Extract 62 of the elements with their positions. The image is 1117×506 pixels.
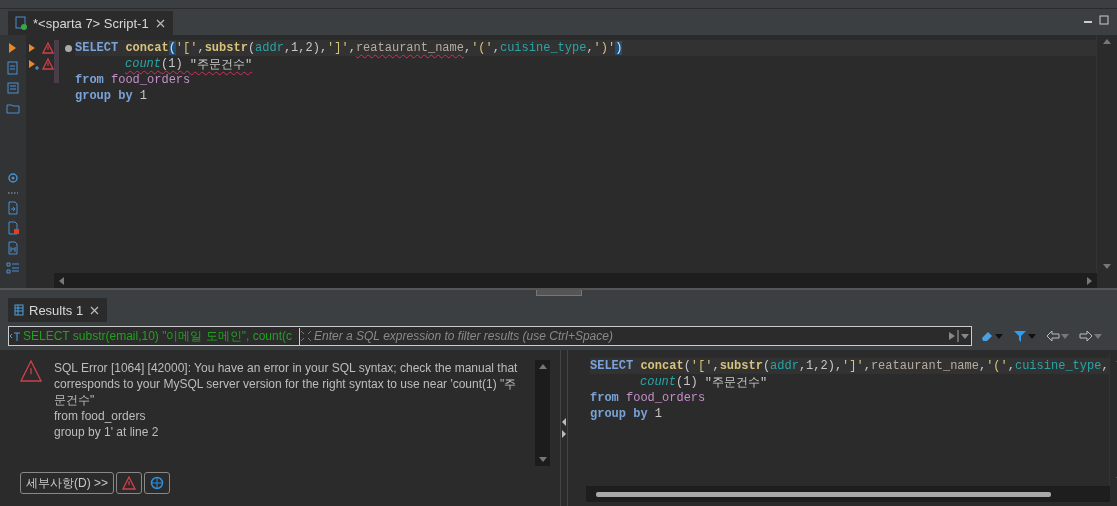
document-export-icon[interactable] — [6, 201, 20, 216]
document-icon[interactable] — [6, 61, 20, 75]
warning-icon — [20, 360, 42, 382]
splitter-handle[interactable] — [535, 290, 582, 296]
code-line: count(1) "주문건수" — [124, 56, 254, 72]
code-line: group by 1 — [75, 88, 148, 104]
split-handle[interactable] — [560, 350, 568, 506]
warning-icon — [122, 476, 136, 490]
warning-icon — [42, 58, 54, 70]
play-icon — [947, 330, 957, 342]
caret-icon — [1061, 332, 1069, 340]
grid-icon — [14, 304, 24, 316]
right-arrow-icon — [1079, 329, 1093, 343]
folder-icon[interactable] — [6, 101, 20, 115]
sql-text-icon — [9, 330, 21, 342]
filter-icon — [1013, 329, 1027, 343]
code-line: count(1) "주문건수" — [639, 374, 769, 390]
scroll-left-icon[interactable] — [58, 276, 66, 285]
maximize-icon[interactable] — [1099, 15, 1109, 25]
warning-icon — [42, 42, 54, 54]
vertical-scrollbar[interactable] — [535, 360, 550, 466]
editor-tab[interactable]: *<sparta 7> Script-1 — [8, 11, 173, 35]
scroll-right-icon[interactable] — [1085, 276, 1093, 285]
script-icon — [14, 16, 28, 30]
forward-button[interactable] — [1077, 329, 1104, 343]
target-button[interactable] — [144, 472, 170, 494]
document-error-icon[interactable] — [6, 221, 20, 236]
filter-field[interactable]: SELECT substr(email,10) "이메일 도메인", count(c Enter a SQL expression to filter results (use Ctrl+Space) — [8, 326, 972, 346]
document-table-icon[interactable] — [6, 241, 20, 256]
outline-icon[interactable] — [6, 261, 20, 276]
crosshair-icon — [150, 476, 164, 490]
caret-icon — [1028, 332, 1036, 340]
error-message: from food_orders — [54, 408, 147, 424]
scroll-up-icon[interactable] — [1103, 38, 1111, 46]
details-button[interactable]: 세부사항(D) >> — [20, 472, 114, 494]
code-line: group by 1 — [590, 406, 663, 422]
caret-icon — [1094, 332, 1102, 340]
filter-input[interactable]: Enter a SQL expression to filter results (use Ctrl+Space) — [312, 328, 947, 344]
error-message: SQL Error [1064] [42000]: You have an error in your SQL syntax; check the manual that corresponds to your MySQL server version for the right syntax to use near 'count(1) "주문건수" — [54, 360, 519, 408]
scroll-down-icon[interactable] — [538, 455, 547, 463]
run-add-icon[interactable] — [28, 58, 40, 70]
back-button[interactable] — [1044, 329, 1071, 343]
close-icon — [155, 18, 165, 28]
eraser-icon — [980, 329, 994, 343]
horizontal-scrollbar[interactable] — [54, 273, 1097, 288]
error-log-button[interactable] — [116, 472, 142, 494]
scroll-up-icon[interactable] — [538, 363, 547, 371]
left-arrow-icon — [1046, 329, 1060, 343]
horizontal-scrollbar[interactable] — [586, 486, 1110, 502]
expand-icon — [300, 330, 312, 342]
code-line: from food_orders — [75, 72, 192, 88]
error-message: group by 1' at line 2 — [54, 424, 160, 440]
close-icon — [90, 305, 100, 315]
caret-icon — [995, 332, 1003, 340]
list-icon[interactable] — [6, 81, 20, 95]
scroll-down-icon[interactable] — [1103, 262, 1111, 270]
fold-icon[interactable] — [65, 44, 72, 52]
dots-icon — [7, 191, 19, 196]
dropdown-icon — [957, 330, 971, 342]
query-history-text[interactable]: SELECT substr(email,10) "이메일 도메인", count(c — [21, 327, 300, 345]
code-line: from food_orders — [590, 390, 707, 406]
results-tab[interactable]: Results 1 — [8, 298, 108, 322]
